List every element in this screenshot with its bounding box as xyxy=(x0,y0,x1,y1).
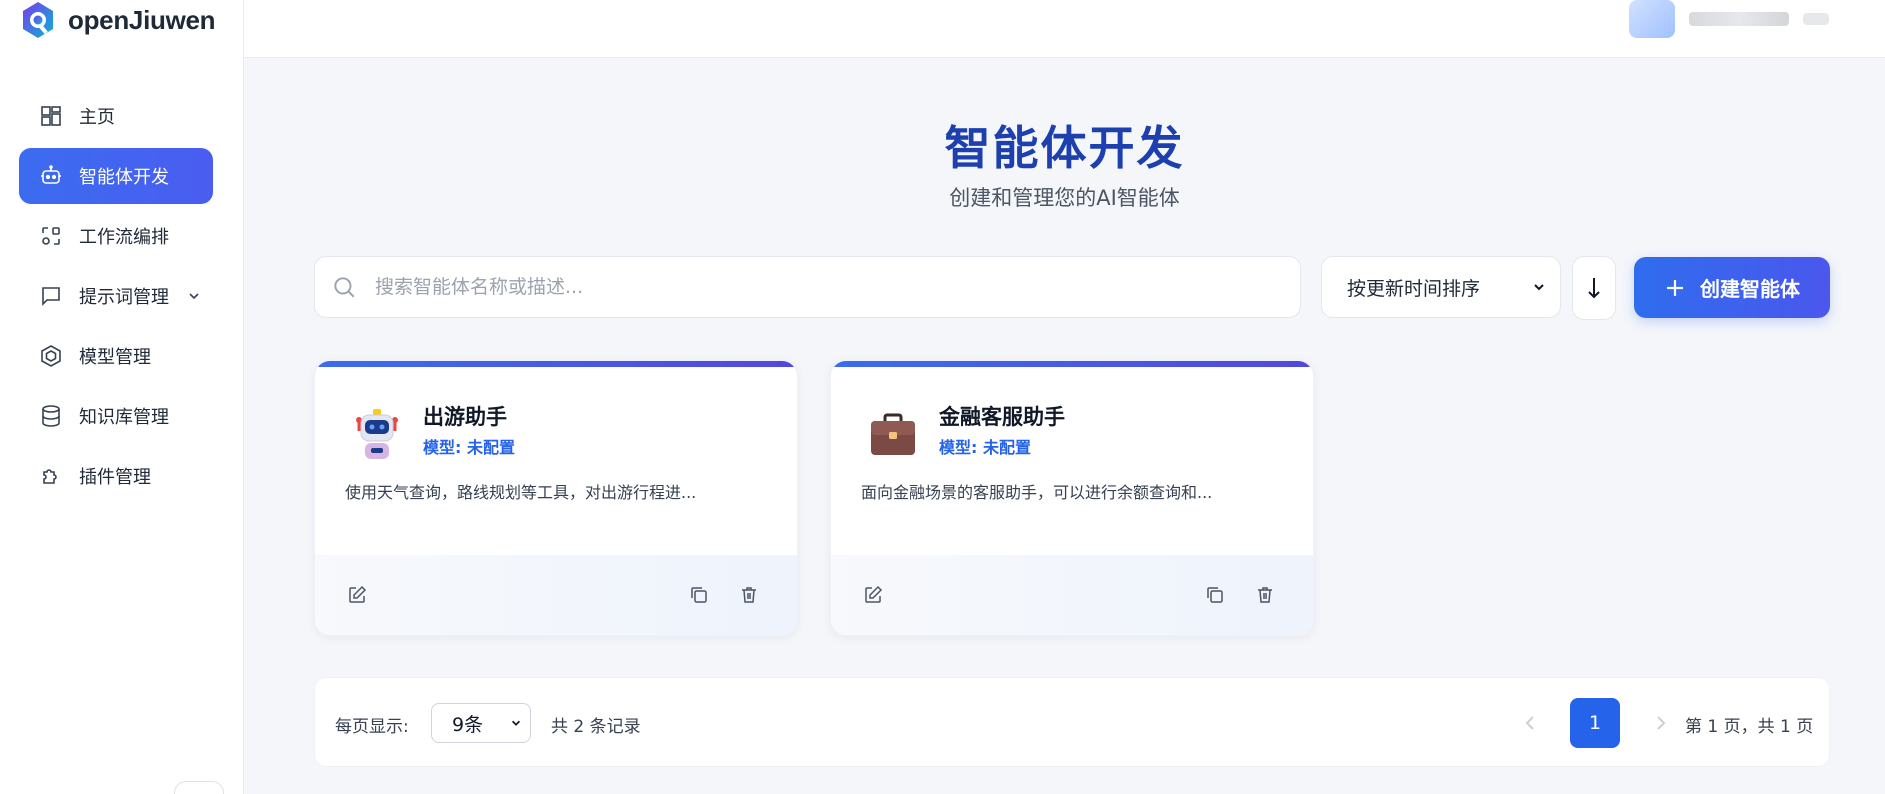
card-footer xyxy=(315,555,797,635)
sidebar-item-label: 工作流编排 xyxy=(79,227,169,248)
create-agent-button[interactable]: 创建智能体 xyxy=(1634,257,1830,318)
per-page-label: 每页显示: xyxy=(335,717,409,737)
workflow-icon xyxy=(39,224,63,248)
arrow-down-icon xyxy=(1588,278,1600,299)
brand-name: openJiuwen xyxy=(68,4,216,35)
robot-avatar-icon xyxy=(356,409,398,459)
sidebar-item-models[interactable]: 模型管理 xyxy=(19,328,213,384)
sidebar-item-label: 模型管理 xyxy=(79,347,151,368)
chevron-down-icon xyxy=(511,720,521,726)
sidebar-item-label: 插件管理 xyxy=(79,467,151,488)
edit-icon[interactable] xyxy=(345,583,369,607)
sidebar-item-label: 知识库管理 xyxy=(79,407,169,428)
page-title: 智能体开发 xyxy=(944,121,1185,175)
plus-icon xyxy=(1667,279,1683,296)
user-extra-redacted xyxy=(1803,13,1829,25)
edit-icon[interactable] xyxy=(861,583,885,607)
agent-description: 面向金融场景的客服助手，可以进行余额查询和... xyxy=(861,483,1213,502)
sidebar-item-label: 提示词管理 xyxy=(79,287,169,308)
user-menu[interactable] xyxy=(1629,0,1829,38)
agent-card[interactable]: 出游助手 模型: 未配置 使用天气查询，路线规划等工具，对出游行程进... xyxy=(314,360,798,636)
total-records: 共 2 条记录 xyxy=(551,717,641,737)
database-icon xyxy=(39,404,63,428)
agent-name: 金融客服助手 xyxy=(939,405,1065,429)
user-name-redacted xyxy=(1689,12,1789,26)
briefcase-icon xyxy=(871,413,915,455)
page-button-current[interactable]: 1 xyxy=(1570,698,1620,748)
card-footer xyxy=(831,555,1313,635)
delete-icon[interactable] xyxy=(1253,583,1277,607)
search-input[interactable] xyxy=(375,276,1275,298)
search-icon xyxy=(334,277,355,298)
copy-icon[interactable] xyxy=(1203,583,1227,607)
sort-direction-button[interactable] xyxy=(1572,256,1616,320)
chevron-down-icon[interactable] xyxy=(187,289,201,303)
sidebar-item-label: 智能体开发 xyxy=(79,167,169,188)
logo-icon xyxy=(23,2,53,38)
chevron-right-icon[interactable] xyxy=(1651,711,1671,735)
chat-icon xyxy=(39,284,63,308)
sidebar-nav: 主页 智能体开发 工作流编排 提示词管理 模型管理 知识库管理 插件管理 xyxy=(19,88,213,508)
pagination-bar: 每页显示: 9条 共 2 条记录 1 第 1 页，共 1 页 xyxy=(314,677,1830,767)
robot-icon xyxy=(39,164,63,188)
agent-model: 模型: 未配置 xyxy=(939,438,1031,457)
sort-select-value: 按更新时间排序 xyxy=(1347,277,1481,300)
agent-model: 模型: 未配置 xyxy=(423,438,515,457)
sidebar-item-home[interactable]: 主页 xyxy=(19,88,213,144)
agent-description: 使用天气查询，路线规划等工具，对出游行程进... xyxy=(345,483,697,502)
agent-card[interactable]: 金融客服助手 模型: 未配置 面向金融场景的客服助手，可以进行余额查询和... xyxy=(830,360,1314,636)
per-page-value: 9条 xyxy=(452,713,484,736)
agent-name: 出游助手 xyxy=(423,405,507,429)
delete-icon[interactable] xyxy=(737,583,761,607)
copy-icon[interactable] xyxy=(687,583,711,607)
sidebar-collapse-tab[interactable] xyxy=(174,781,224,794)
create-agent-label: 创建智能体 xyxy=(1700,277,1800,301)
search-box[interactable] xyxy=(314,256,1301,318)
sidebar-item-plugins[interactable]: 插件管理 xyxy=(19,448,213,504)
dashboard-icon xyxy=(39,104,63,128)
page-subtitle: 创建和管理您的AI智能体 xyxy=(949,186,1180,210)
per-page-select[interactable]: 9条 xyxy=(431,703,531,743)
chevron-down-icon xyxy=(1534,284,1544,291)
sidebar-item-agent-dev[interactable]: 智能体开发 xyxy=(19,148,213,204)
avatar[interactable] xyxy=(1629,0,1675,38)
chevron-left-icon[interactable] xyxy=(1520,711,1540,735)
brand-logo[interactable]: openJiuwen xyxy=(18,0,216,40)
sidebar-item-label: 主页 xyxy=(79,107,115,128)
model-cube-icon xyxy=(39,344,63,368)
sidebar-item-prompts[interactable]: 提示词管理 xyxy=(19,268,213,324)
sidebar-item-knowledge[interactable]: 知识库管理 xyxy=(19,388,213,444)
sidebar-item-workflow[interactable]: 工作流编排 xyxy=(19,208,213,264)
top-header xyxy=(244,0,1885,58)
puzzle-icon xyxy=(39,464,63,488)
page-info: 第 1 页，共 1 页 xyxy=(1685,717,1814,737)
sort-select[interactable]: 按更新时间排序 xyxy=(1321,256,1561,318)
sidebar: openJiuwen 主页 智能体开发 工作流编排 提示词管理 模型管理 知识库… xyxy=(0,0,244,794)
